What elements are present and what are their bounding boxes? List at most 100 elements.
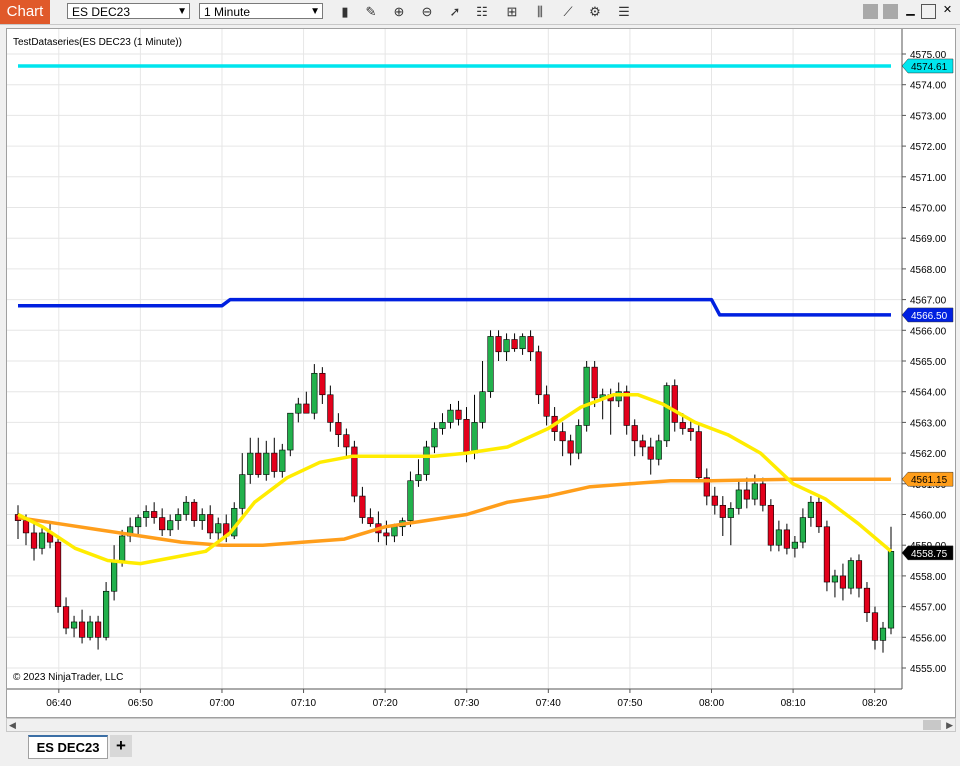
chevron-down-icon: ▼ (310, 6, 320, 17)
zoom-in-icon[interactable]: ⊕ (389, 2, 409, 22)
candle-body (575, 425, 582, 454)
candle-body (495, 336, 502, 353)
x-tick-label: 08:10 (781, 698, 806, 709)
y-tick-label: 4569.00 (910, 234, 947, 245)
candle-body (111, 560, 118, 592)
candle-body (671, 385, 678, 423)
candle-body (407, 480, 414, 521)
candle-body (167, 520, 174, 531)
candle-body (327, 394, 334, 423)
candle-body (119, 535, 126, 561)
price-marker-label: 4558.75 (911, 549, 948, 560)
x-tick-label: 07:40 (536, 698, 561, 709)
scroll-right-icon[interactable]: ▶ (946, 719, 953, 731)
candle-body (431, 428, 438, 448)
candle-body (663, 385, 670, 442)
candle-body (631, 425, 638, 442)
y-tick-label: 4567.00 (910, 296, 947, 307)
maximize-icon[interactable] (921, 4, 936, 19)
candle-body (743, 489, 750, 500)
x-tick-label: 07:10 (291, 698, 316, 709)
pointer-icon[interactable]: ➚ (445, 2, 465, 22)
candle-body (62, 606, 70, 629)
candle-body (503, 339, 510, 353)
copyright-notice: © 2023 NinjaTrader, LLC (13, 672, 124, 683)
candle-body (511, 339, 518, 350)
x-tick-label: 08:00 (699, 698, 724, 709)
candle-body (559, 431, 566, 442)
candle-body (303, 403, 310, 414)
candle-body (455, 409, 462, 420)
candle-body (78, 621, 86, 638)
candle-body (383, 532, 390, 537)
y-tick-label: 4570.00 (910, 204, 947, 215)
candle-body (543, 394, 550, 417)
candle-body (751, 483, 758, 500)
candle-body (175, 514, 182, 521)
candle-body (719, 504, 726, 518)
y-tick-label: 4568.00 (910, 265, 947, 276)
candle-body (855, 560, 863, 589)
scrollbar-thumb[interactable] (923, 720, 941, 730)
strategies-icon[interactable]: ⟋ (558, 2, 578, 22)
y-tick-label: 4572.00 (910, 142, 947, 153)
bars-type-icon[interactable]: ▮ (335, 2, 355, 22)
chart-window-tab[interactable]: Chart (0, 0, 50, 24)
candle-body (367, 517, 374, 525)
chart-tab-bar: ES DEC23 + (0, 734, 960, 766)
candle-body (271, 452, 278, 472)
candle-body (639, 440, 646, 448)
candle-body (151, 511, 158, 518)
chart-trader-icon[interactable]: ⚙ (585, 2, 605, 22)
candle-body (471, 422, 478, 454)
candle-body (22, 520, 30, 534)
price-chart[interactable]: 4555.004556.004557.004558.004559.004560.… (7, 29, 955, 717)
candle-body (799, 517, 807, 543)
indicators-icon[interactable]: ⫼ (530, 2, 550, 22)
candle-body (38, 532, 46, 549)
pencil-draw-icon[interactable]: ✎ (361, 2, 381, 22)
candle-body (351, 446, 358, 497)
y-tick-label: 4574.00 (910, 81, 947, 92)
candle-body (311, 372, 318, 414)
candle-body (583, 366, 590, 426)
list-icon[interactable]: ☰ (614, 2, 634, 22)
horizontal-scrollbar[interactable]: ◀ ▶ (6, 718, 956, 732)
gray-square-icon[interactable] (883, 4, 898, 19)
scroll-left-icon[interactable]: ◀ (9, 719, 16, 731)
candle-body (319, 372, 326, 396)
y-tick-label: 4563.00 (910, 418, 947, 429)
x-tick-label: 07:00 (209, 698, 234, 709)
y-tick-label: 4558.00 (910, 572, 947, 583)
candle-body (415, 474, 422, 482)
candle-body (839, 575, 847, 589)
candle-body (767, 504, 774, 546)
candle-body (887, 551, 895, 629)
candle-body (591, 366, 598, 399)
candle-body (287, 412, 294, 451)
candle-body (191, 501, 198, 521)
chart-panel[interactable]: 4555.004556.004557.004558.004559.004560.… (6, 28, 956, 718)
close-icon[interactable]: ✕ (940, 4, 955, 19)
candle-body (735, 489, 742, 509)
candle-body (487, 336, 494, 393)
candle-body (647, 446, 654, 460)
candle-body (519, 336, 526, 350)
add-tab-button[interactable]: + (110, 735, 132, 757)
instrument-selector[interactable]: ES DEC23 ▼ (67, 3, 190, 19)
candle-body (54, 541, 62, 607)
tab-es-dec23[interactable]: ES DEC23 (28, 735, 108, 759)
zoom-out-icon[interactable]: ⊖ (417, 2, 437, 22)
y-tick-label: 4555.00 (910, 664, 947, 675)
candle-body (807, 501, 815, 518)
interval-selector[interactable]: 1 Minute ▼ (199, 3, 323, 19)
candle-body (423, 446, 430, 475)
candle-body (863, 587, 871, 614)
candle-body (655, 440, 662, 460)
template-icon[interactable]: ⊞ (502, 2, 522, 22)
candle-body (823, 526, 831, 583)
gray-square-icon[interactable] (863, 4, 878, 19)
minimize-icon[interactable]: ▁ (903, 4, 918, 19)
properties-icon[interactable]: ☷ (472, 2, 492, 22)
candle-body (527, 336, 534, 353)
